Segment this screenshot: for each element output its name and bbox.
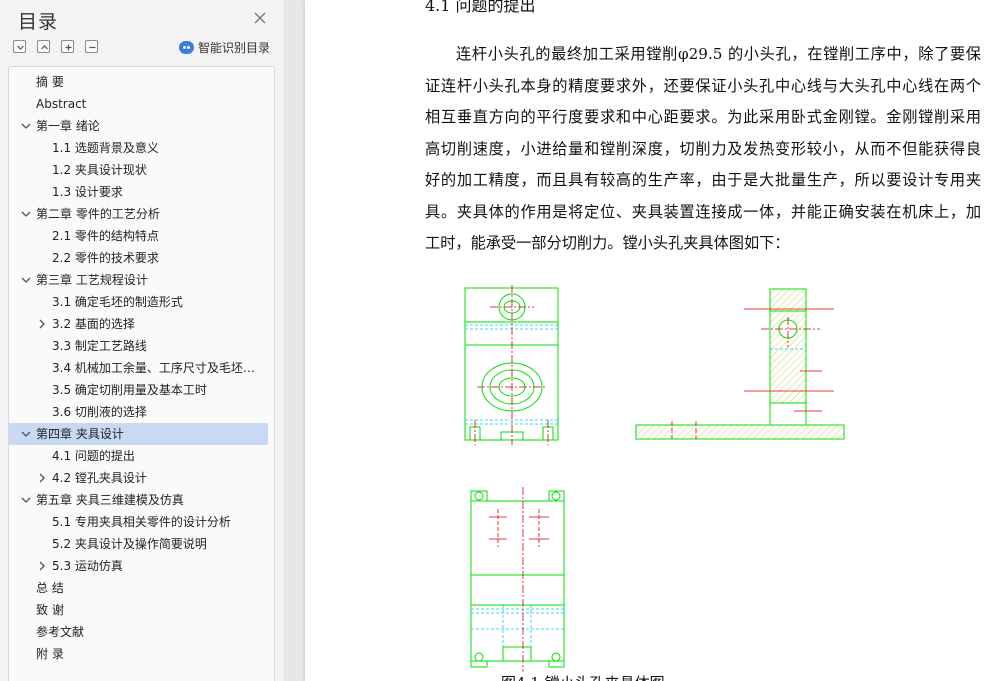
toc-item[interactable]: 第一章 绪论 [9, 115, 268, 137]
toc-item[interactable]: 1.2 夹具设计现状 [9, 159, 268, 181]
toc-list: 摘 要 Abstract 第一章 绪论 1.1 选题背景及意义 1.2 夹具设计现状 1.… [8, 66, 275, 681]
toc-item-label: 5.2 夹具设计及操作简要说明 [52, 537, 207, 551]
minus-icon [89, 46, 96, 49]
paragraph-line: 证连杆小头孔本身的精度要求外，还要保证小头孔中心线与大头孔中心线在两个 [425, 76, 981, 95]
toc-item-label: 致 谢 [36, 603, 64, 617]
toc-item[interactable]: 4.2 镗孔夹具设计 [9, 467, 268, 489]
toc-item-label: 第一章 绪论 [36, 119, 100, 133]
toc-item-label: Abstract [36, 97, 87, 111]
toc-item[interactable]: 1.1 选题背景及意义 [9, 137, 268, 159]
chevron-right-icon[interactable] [36, 472, 48, 484]
toc-sidebar: 目录 智能识别目录 摘 要 Abstract 第一章 绪论 1.1 选题背景及意义 1.… [0, 0, 285, 681]
toc-item-label: 参考文献 [36, 625, 85, 639]
close-icon[interactable] [253, 11, 267, 25]
toc-item[interactable]: 2.1 零件的结构特点 [9, 225, 268, 247]
smart-toc-button[interactable]: 智能识别目录 [179, 38, 270, 56]
toc-item-label: 2.1 零件的结构特点 [52, 229, 159, 243]
toc-item[interactable]: Abstract [9, 93, 268, 115]
toc-item-label: 1.1 选题背景及意义 [52, 141, 159, 155]
toc-item[interactable]: 4.1 问题的提出 [9, 445, 268, 467]
toc-item[interactable]: 3.6 切削液的选择 [9, 401, 268, 423]
toc-item[interactable]: 5.2 夹具设计及操作简要说明 [9, 533, 268, 555]
toc-item-label: 3.5 确定切削用量及基本工时 [52, 383, 207, 397]
paragraph-line: 高切削速度，小进给量和镗削深度，切削力及发热变形较小，从而不但能获得良 [425, 139, 981, 158]
toc-item-label: 第三章 工艺规程设计 [36, 273, 148, 287]
toc-item[interactable]: 第二章 零件的工艺分析 [9, 203, 268, 225]
fixture-side-view-drawing [635, 288, 845, 440]
chevron-down-icon [17, 45, 24, 50]
toc-item[interactable]: 3.1 确定毛坯的制造形式 [9, 291, 268, 313]
toc-item-label: 2.2 零件的技术要求 [52, 251, 159, 265]
plus-icon [65, 44, 72, 51]
toc-item[interactable]: 3.2 基面的选择 [9, 313, 268, 335]
toc-item-label: 摘 要 [36, 75, 64, 89]
paragraph-line: 具。夹具体的作用是将定位、夹具装置连接成一体，并能正确安装在机床上，加 [425, 202, 981, 221]
toc-item[interactable]: 5.3 运动仿真 [9, 555, 268, 577]
toc-item-label: 4.2 镗孔夹具设计 [52, 471, 147, 485]
toc-item[interactable]: 总 结 [9, 577, 268, 599]
paragraph-line: 工时，能承受一部分切削力。镗小头孔夹具体图如下： [425, 234, 790, 252]
add-heading-button[interactable] [61, 40, 74, 53]
toc-item-label: 3.2 基面的选择 [52, 317, 135, 331]
toc-item-label: 3.3 制定工艺路线 [52, 339, 147, 353]
chevron-down-icon[interactable] [20, 208, 32, 220]
section-heading: 4.1 问题的提出 [425, 0, 536, 15]
toc-item-label: 1.3 设计要求 [52, 185, 123, 199]
toc-item-label: 第五章 夹具三维建模及仿真 [36, 493, 184, 507]
toc-item-label: 附 录 [36, 647, 64, 661]
chevron-right-icon[interactable] [36, 318, 48, 330]
toc-item[interactable]: 参考文献 [9, 621, 268, 643]
fixture-top-view-drawing [470, 487, 565, 672]
toc-item[interactable]: 2.2 零件的技术要求 [9, 247, 268, 269]
chevron-up-icon [41, 45, 48, 50]
ai-assistant-icon [179, 40, 194, 54]
toc-item[interactable]: 1.3 设计要求 [9, 181, 268, 203]
remove-heading-button[interactable] [85, 40, 98, 53]
chevron-down-icon[interactable] [20, 428, 32, 440]
smart-toc-label: 智能识别目录 [198, 40, 271, 55]
toc-item[interactable]: 3.3 制定工艺路线 [9, 335, 268, 357]
toc-item[interactable]: 第三章 工艺规程设计 [9, 269, 268, 291]
toc-item-label: 4.1 问题的提出 [52, 449, 135, 463]
toc-item-label: 第四章 夹具设计 [36, 427, 124, 441]
toc-item-label: 3.4 机械加工余量、工序尺寸及毛坯尺寸的确定 [52, 361, 261, 375]
document-viewport[interactable]: 4.1 问题的提出 连杆小头孔的最终加工采用镗削φ29.5 的小头孔，在镗削工序… [286, 0, 993, 681]
chevron-right-icon[interactable] [36, 560, 48, 572]
toc-item-label: 1.2 夹具设计现状 [52, 163, 147, 177]
toc-item-label: 3.1 确定毛坯的制造形式 [52, 295, 183, 309]
toc-item[interactable]: 摘 要 [9, 71, 268, 93]
toc-item-label: 第二章 零件的工艺分析 [36, 207, 160, 221]
chevron-down-icon[interactable] [20, 274, 32, 286]
figure-caption: 图4.1 镗小头孔夹具体图 [501, 672, 665, 681]
chevron-down-icon[interactable] [20, 120, 32, 132]
toc-item-label: 5.1 专用夹具相关零件的设计分析 [52, 515, 231, 529]
paragraph-line: 连杆小头孔的最终加工采用镗削φ29.5 的小头孔，在镗削工序中，除了要保 [456, 45, 981, 63]
toc-item-label: 5.3 运动仿真 [52, 559, 123, 573]
toc-item-selected[interactable]: 第四章 夹具设计 [9, 423, 268, 445]
chevron-down-icon[interactable] [20, 494, 32, 506]
expand-all-button[interactable] [37, 40, 50, 53]
toc-item-label: 3.6 切削液的选择 [52, 405, 147, 419]
toc-item[interactable]: 第五章 夹具三维建模及仿真 [9, 489, 268, 511]
toc-item[interactable]: 3.4 机械加工余量、工序尺寸及毛坯尺寸的确定 [9, 357, 268, 379]
paragraph-line: 相互垂直方向的平行度要求和中心距要求。为此采用卧式金刚镗。金刚镗削采用 [425, 108, 981, 126]
toc-item[interactable]: 3.5 确定切削用量及基本工时 [9, 379, 268, 401]
document-page: 4.1 问题的提出 连杆小头孔的最终加工采用镗削φ29.5 的小头孔，在镗削工序… [305, 0, 993, 681]
toc-item[interactable]: 附 录 [9, 643, 268, 665]
toc-item[interactable]: 5.1 专用夹具相关零件的设计分析 [9, 511, 268, 533]
toc-item-label: 总 结 [36, 581, 64, 595]
paragraph-line: 好的加工精度，而且具有较高的生产率，由于是大批量生产，所以要设计专用夹 [425, 171, 981, 189]
toc-title: 目录 [18, 11, 59, 33]
fixture-front-view-drawing [464, 285, 559, 445]
collapse-all-button[interactable] [13, 40, 26, 53]
toc-item[interactable]: 致 谢 [9, 599, 268, 621]
